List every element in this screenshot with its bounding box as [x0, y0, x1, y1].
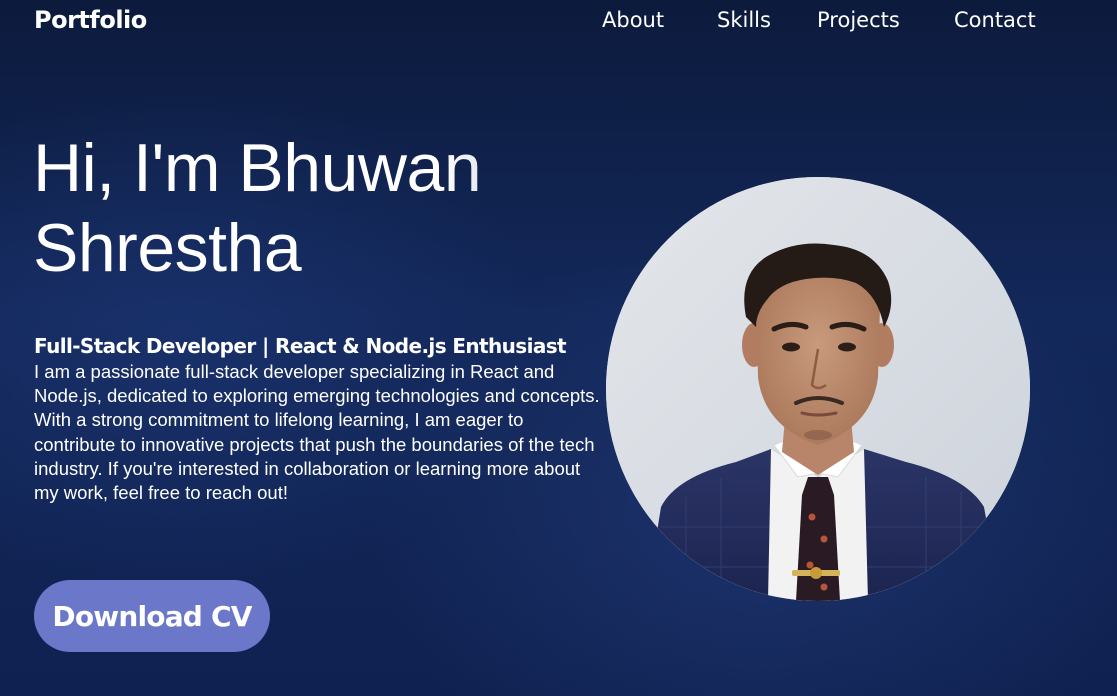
navbar: Portfolio About Skills Projects Contact — [0, 0, 1117, 44]
nav-link-projects[interactable]: Projects — [817, 8, 900, 32]
profile-photo — [606, 177, 1030, 601]
nav-links: About Skills Projects Contact — [0, 8, 1117, 38]
hero-subtitle: Full-Stack Developer | React & Node.js E… — [34, 334, 567, 358]
nav-link-skills[interactable]: Skills — [717, 8, 771, 32]
hero-bio: I am a passionate full-stack developer s… — [34, 361, 600, 504]
nav-link-about[interactable]: About — [602, 8, 664, 32]
hero-title: Hi, I'm Bhuwan Shrestha — [33, 128, 553, 288]
download-cv-button[interactable]: Download CV — [34, 580, 270, 652]
nav-link-contact[interactable]: Contact — [954, 8, 1036, 32]
hero-title-line1: Hi, I'm Bhuwan — [33, 130, 482, 206]
hero-title-line2: Shrestha — [33, 210, 302, 286]
profile-photo-illustration — [606, 177, 1030, 601]
